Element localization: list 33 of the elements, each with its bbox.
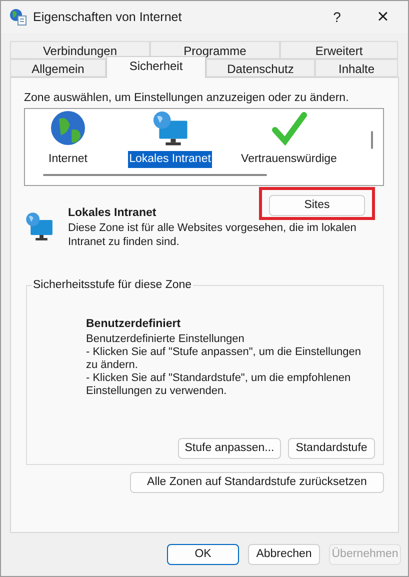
tab[interactable]: Datenschutz	[206, 59, 315, 77]
zone-title: Lokales Intranet	[68, 206, 156, 221]
dialog-button[interactable]: OK	[167, 544, 239, 565]
scrollbar-thumb[interactable]	[371, 131, 373, 149]
tab[interactable]: Erweitert	[280, 41, 398, 59]
zone-prompt: Zone auswählen, um Einstellungen anzuzeigen oder zu ändern.	[24, 91, 350, 106]
zone-item[interactable]: Vertrauenswürdige	[240, 151, 338, 168]
window-title: Eigenschaften von Internet	[33, 8, 182, 26]
level-button[interactable]: Standardstufe	[288, 438, 375, 459]
monitor-icon	[152, 110, 188, 146]
level-description: - Klicken Sie auf "Stufe anpassen", um die Einstellungen zu ändern.	[86, 346, 362, 372]
tab[interactable]: Sicherheit	[106, 56, 206, 78]
dialog-button[interactable]: Abbrechen	[248, 544, 320, 565]
level-button[interactable]: Stufe anpassen...	[178, 438, 281, 459]
scrollbar-thumb[interactable]	[43, 174, 267, 176]
internet-options-icon	[9, 8, 27, 26]
zone-item[interactable]: Internet	[48, 151, 88, 168]
help-button[interactable]: ?	[314, 1, 360, 33]
tab[interactable]: Inhalte	[315, 59, 398, 77]
tab[interactable]: Allgemein	[10, 59, 106, 77]
sites-button[interactable]: Sites	[269, 195, 365, 216]
tab[interactable]: Verbindungen	[10, 41, 150, 59]
reset-zones-button[interactable]: Alle Zonen auf Standardstufe zurücksetzen	[130, 472, 384, 493]
globe-icon	[50, 110, 86, 146]
level-description: - Klicken Sie auf "Standardstufe", um die empfohlenen Einstellungen zu verwenden.	[86, 372, 352, 398]
monitor-icon	[25, 211, 53, 241]
close-button[interactable]: ×	[360, 1, 406, 33]
level-title: Benutzerdefiniert	[86, 317, 182, 332]
zone-item[interactable]: Lokales Intranet	[128, 151, 212, 168]
level-description: Benutzerdefinierte Einstellungen	[86, 333, 246, 346]
zone-description: Diese Zone ist für alle Websites vorgesehen, die im lokalen Intranet zu finden sind.	[68, 221, 358, 249]
checkmark-icon	[271, 110, 307, 146]
tab[interactable]: Programme	[150, 41, 280, 59]
